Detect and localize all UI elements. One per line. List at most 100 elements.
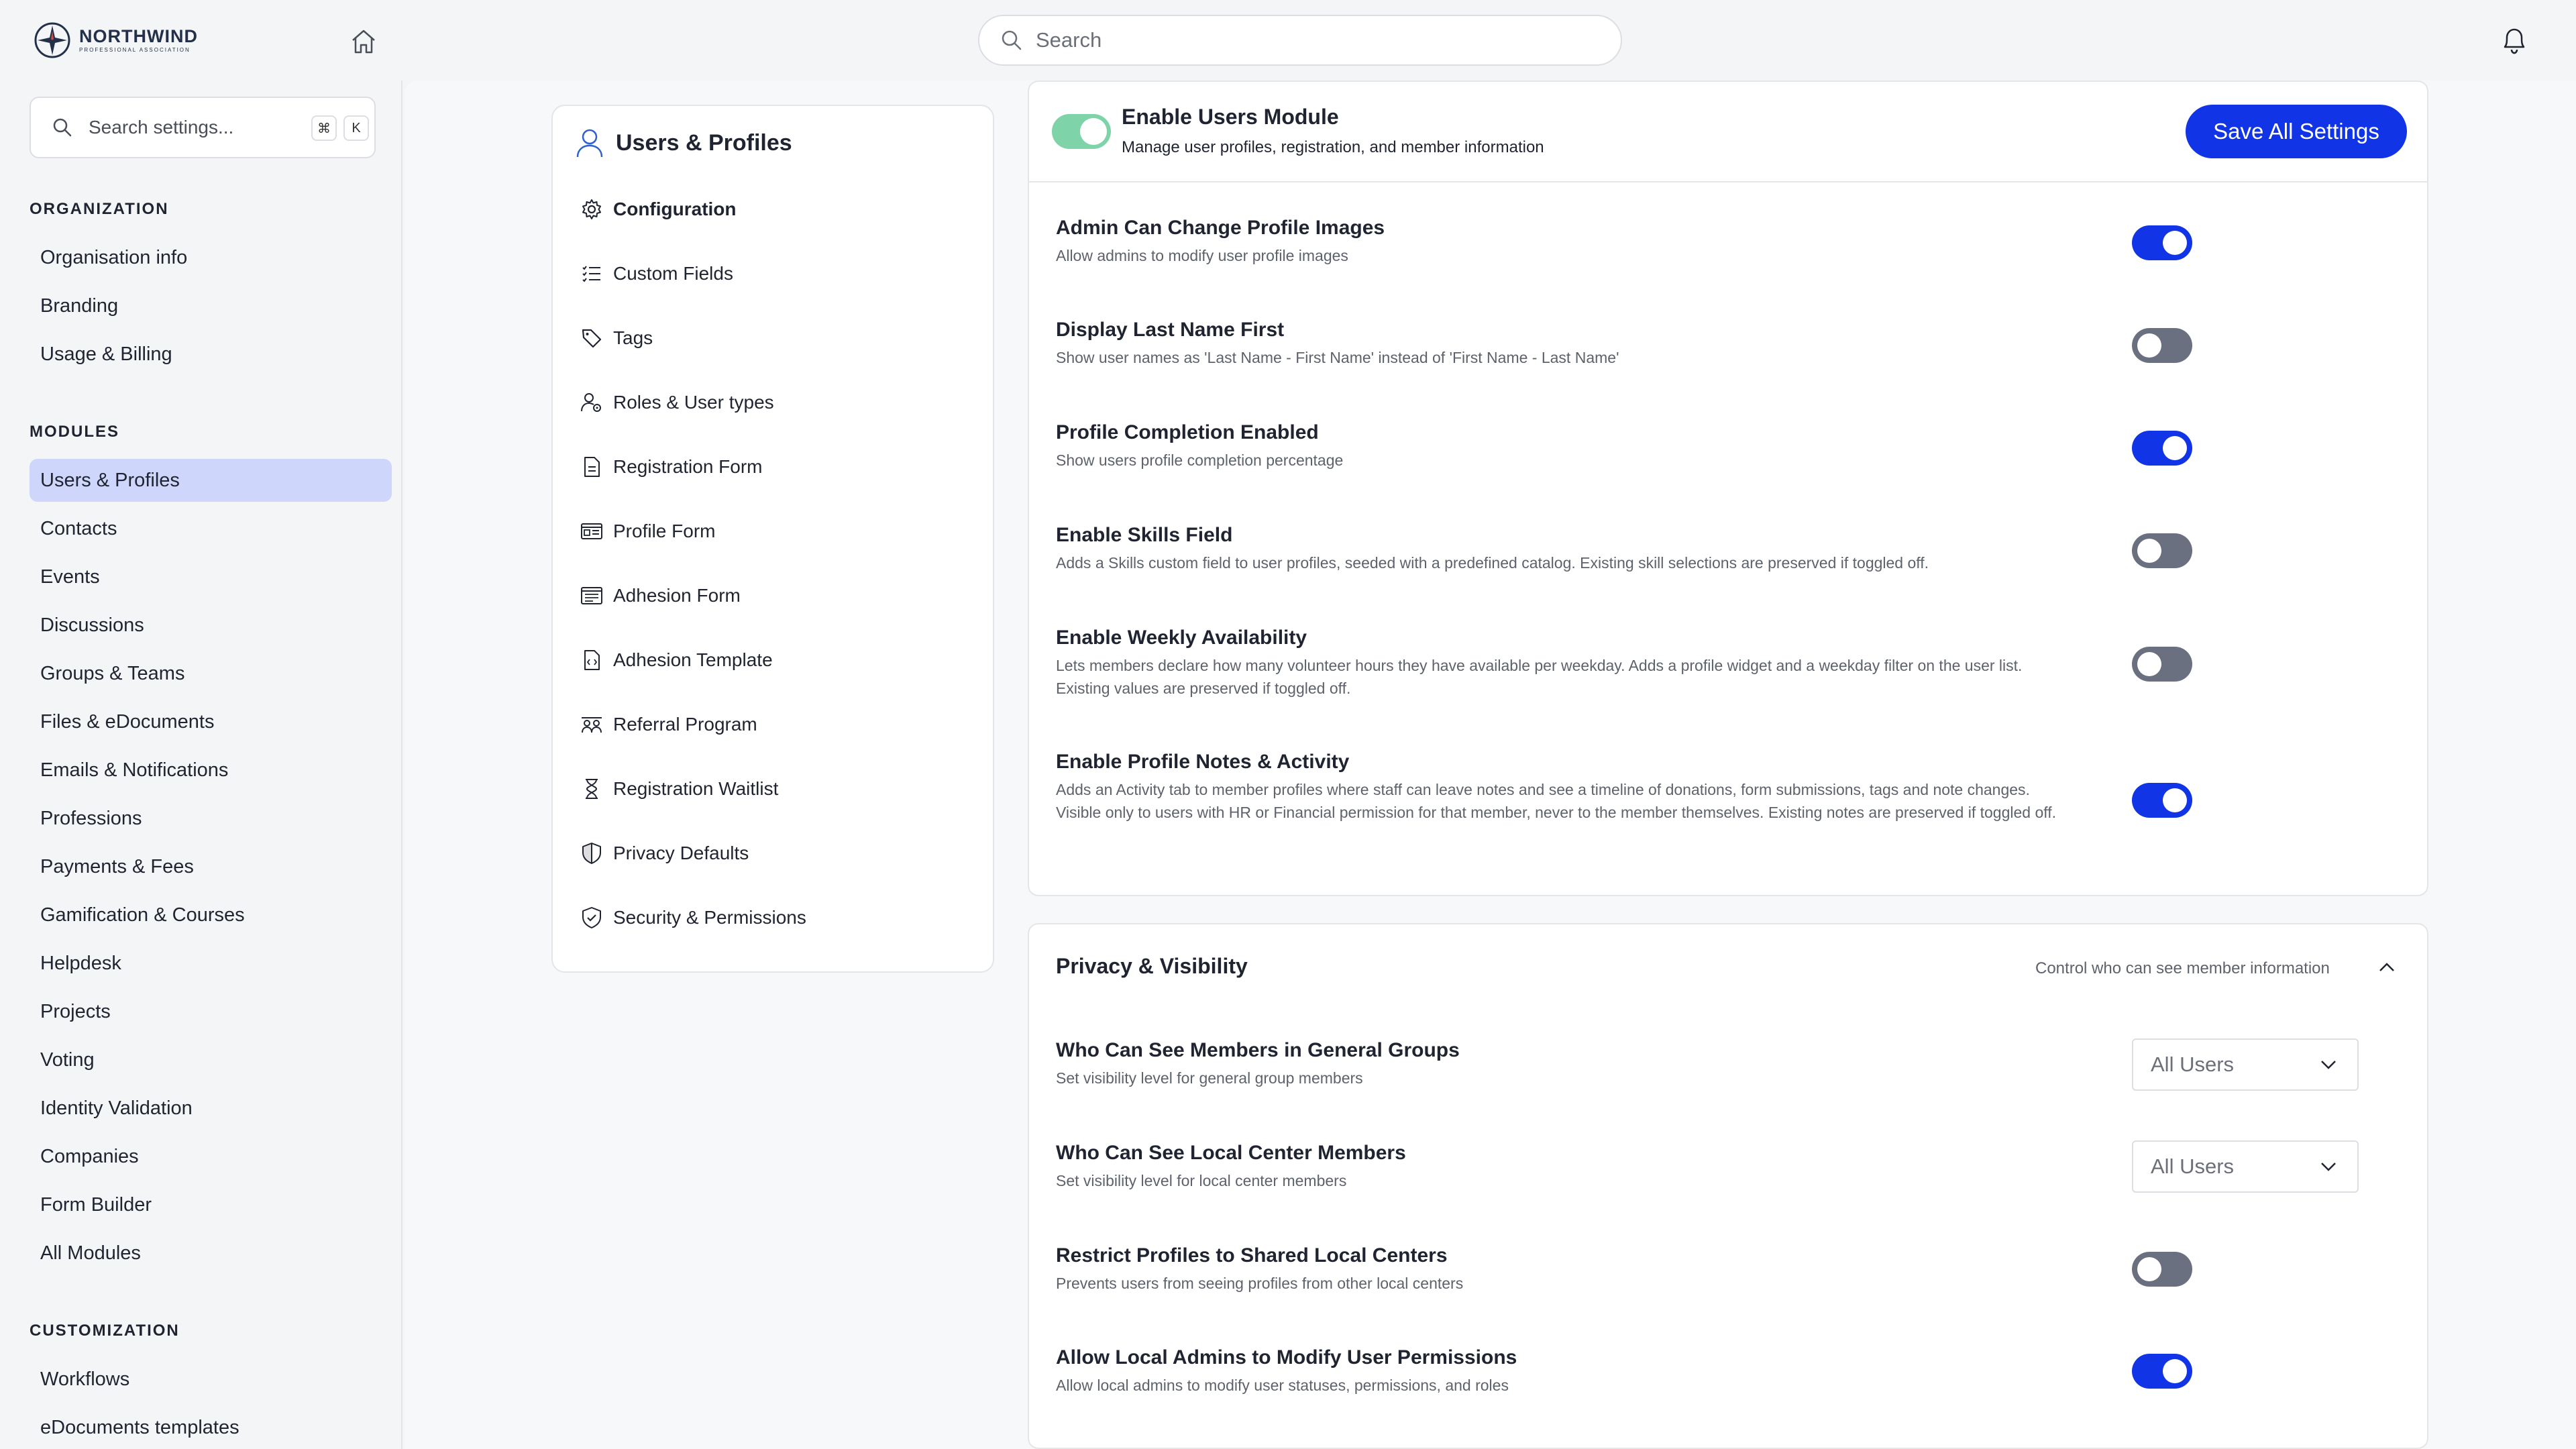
subnav-item-profile-form[interactable]: Profile Form — [580, 510, 969, 553]
setting-title: Enable Profile Notes & Activity — [1056, 751, 1350, 773]
sidebar-item-branding[interactable]: Branding — [30, 284, 392, 327]
subnav-item-referral-program[interactable]: Referral Program — [580, 703, 969, 746]
global-search-input[interactable] — [1036, 28, 1586, 52]
subnav-item-registration-waitlist[interactable]: Registration Waitlist — [580, 767, 969, 810]
sidebar-item-gamification-courses[interactable]: Gamification & Courses — [30, 894, 392, 936]
subnav-item-custom-fields[interactable]: Custom Fields — [580, 252, 969, 295]
subnav-item-configuration[interactable]: Configuration — [580, 188, 969, 231]
module-header: Enable Users Module Manage user profiles… — [1029, 82, 2427, 182]
section-subtitle: Control who can see member information — [2035, 959, 2330, 977]
settings-sidebar: ⌘ K ORGANIZATION Organisation info Brand… — [0, 80, 402, 1449]
sidebar-item-discussions[interactable]: Discussions — [30, 604, 392, 647]
setting-enable-skills-field: Enable Skills Field Adds a Skills custom… — [1056, 522, 2424, 574]
setting-profile-completion: Profile Completion Enabled Show users pr… — [1056, 419, 2424, 472]
section-customization: CUSTOMIZATION — [30, 1322, 180, 1340]
sidebar-item-usage-billing[interactable]: Usage & Billing — [30, 333, 392, 376]
bell-icon[interactable] — [2496, 21, 2533, 59]
enable-users-module-toggle[interactable] — [1052, 114, 1111, 149]
select-value: All Users — [2151, 1155, 2235, 1178]
sidebar-item-form-builder[interactable]: Form Builder — [30, 1183, 392, 1226]
profile-completion-toggle[interactable] — [2132, 431, 2192, 466]
setting-description: Lets members declare how many volunteer … — [1056, 657, 2023, 697]
brand-logo[interactable]: NORTHWIND PROFESSIONAL ASSOCIATION — [34, 21, 198, 59]
privacy-visibility-card: Privacy & Visibility Control who can see… — [1028, 923, 2428, 1449]
global-search[interactable] — [978, 15, 1622, 66]
shortcut-key-cmd: ⌘ — [311, 115, 337, 141]
select-value: All Users — [2151, 1053, 2235, 1076]
admin-change-profile-images-toggle[interactable] — [2132, 225, 2192, 260]
hourglass-icon — [586, 779, 598, 799]
sidebar-item-professions[interactable]: Professions — [30, 797, 392, 840]
file-code-icon — [584, 650, 600, 670]
sidebar-item-voting[interactable]: Voting — [30, 1038, 392, 1081]
restrict-shared-local-centers-toggle[interactable] — [2132, 1252, 2192, 1287]
list-check-icon — [582, 266, 600, 282]
subnav-item-privacy-defaults[interactable]: Privacy Defaults — [580, 832, 969, 875]
subnav-item-security-permissions[interactable]: Security & Permissions — [580, 896, 969, 939]
profile-notes-activity-toggle[interactable] — [2132, 783, 2192, 818]
sidebar-item-files-edocuments[interactable]: Files & eDocuments — [30, 700, 392, 743]
sidebar-item-all-modules[interactable]: All Modules — [30, 1232, 392, 1275]
subnav-item-adhesion-template[interactable]: Adhesion Template — [580, 639, 969, 682]
subnav-label: Profile Form — [613, 521, 716, 541]
shortcut-key-k: K — [343, 115, 369, 141]
sidebar-item-payments-fees[interactable]: Payments & Fees — [30, 845, 392, 888]
brand-name: NORTHWIND — [79, 26, 198, 46]
sidebar-item-contacts[interactable]: Contacts — [30, 507, 392, 550]
setting-description: Adds an Activity tab to member profiles … — [1056, 781, 2057, 821]
subnav-label: Roles & User types — [613, 392, 774, 413]
document-icon — [584, 457, 600, 477]
setting-title: Allow Local Admins to Modify User Permis… — [1056, 1346, 1517, 1368]
home-icon[interactable] — [347, 25, 380, 58]
shield-half-icon — [582, 843, 601, 864]
sidebar-item-helpdesk[interactable]: Helpdesk — [30, 942, 392, 985]
setting-profile-notes-activity: Enable Profile Notes & Activity Adds an … — [1056, 749, 2424, 824]
subnav-label: Registration Waitlist — [613, 778, 779, 799]
gear-icon — [582, 199, 601, 219]
sidebar-item-companies[interactable]: Companies — [30, 1135, 392, 1178]
sidebar-item-events[interactable]: Events — [30, 555, 392, 598]
subnav-item-roles-user-types[interactable]: Roles & User types — [580, 381, 969, 424]
save-all-settings-button[interactable]: Save All Settings — [2186, 105, 2407, 158]
subnav-label: Registration Form — [613, 456, 763, 477]
setting-description: Show users profile completion percentage — [1056, 451, 1344, 469]
users-module-card: Enable Users Module Manage user profiles… — [1028, 80, 2428, 896]
weekly-availability-toggle[interactable] — [2132, 647, 2192, 682]
subnav-label: Custom Fields — [613, 263, 733, 284]
display-last-name-first-toggle[interactable] — [2132, 328, 2192, 363]
sidebar-item-emails-notifications[interactable]: Emails & Notifications — [30, 749, 392, 792]
user-icon — [576, 129, 603, 158]
section-organization: ORGANIZATION — [30, 200, 169, 218]
module-subtitle: Manage user profiles, registration, and … — [1122, 138, 1544, 156]
module-subnav: Users & Profiles Configuration Custom Fi… — [551, 105, 994, 973]
sidebar-item-groups-teams[interactable]: Groups & Teams — [30, 652, 392, 695]
brand-tagline: PROFESSIONAL ASSOCIATION — [79, 47, 191, 53]
enable-skills-field-toggle[interactable] — [2132, 533, 2192, 568]
local-center-visibility-select[interactable]: All Users — [2132, 1140, 2359, 1193]
subnav-item-registration-form[interactable]: Registration Form — [580, 445, 969, 488]
setting-description: Allow local admins to modify user status… — [1056, 1377, 1509, 1394]
setting-description: Set visibility level for local center me… — [1056, 1172, 1347, 1189]
local-admins-modify-permissions-toggle[interactable] — [2132, 1354, 2192, 1389]
chevron-up-icon[interactable] — [2375, 955, 2399, 979]
settings-search[interactable]: ⌘ K — [30, 97, 376, 158]
setting-title: Restrict Profiles to Shared Local Center… — [1056, 1244, 1448, 1267]
module-title: Enable Users Module — [1122, 105, 1339, 129]
subnav-item-tags[interactable]: Tags — [580, 317, 969, 360]
setting-title: Enable Weekly Availability — [1056, 627, 1307, 649]
settings-search-input[interactable] — [89, 117, 290, 138]
subnav-title: Users & Profiles — [616, 129, 792, 156]
setting-description: Prevents users from seeing profiles from… — [1056, 1275, 1464, 1292]
sidebar-item-edocuments-templates[interactable]: eDocuments templates — [30, 1406, 392, 1449]
shield-check-icon — [582, 907, 601, 928]
sidebar-item-workflows[interactable]: Workflows — [30, 1358, 392, 1401]
subnav-item-adhesion-form[interactable]: Adhesion Form — [580, 574, 969, 617]
sidebar-item-organisation-info[interactable]: Organisation info — [30, 236, 392, 279]
general-groups-visibility-select[interactable]: All Users — [2132, 1038, 2359, 1091]
user-roles-icon — [581, 393, 601, 412]
sidebar-item-users-profiles[interactable]: Users & Profiles — [30, 459, 392, 502]
chevron-down-icon — [2321, 1061, 2336, 1069]
form-icon — [581, 587, 602, 604]
sidebar-item-projects[interactable]: Projects — [30, 990, 392, 1033]
sidebar-item-identity-validation[interactable]: Identity Validation — [30, 1087, 392, 1130]
